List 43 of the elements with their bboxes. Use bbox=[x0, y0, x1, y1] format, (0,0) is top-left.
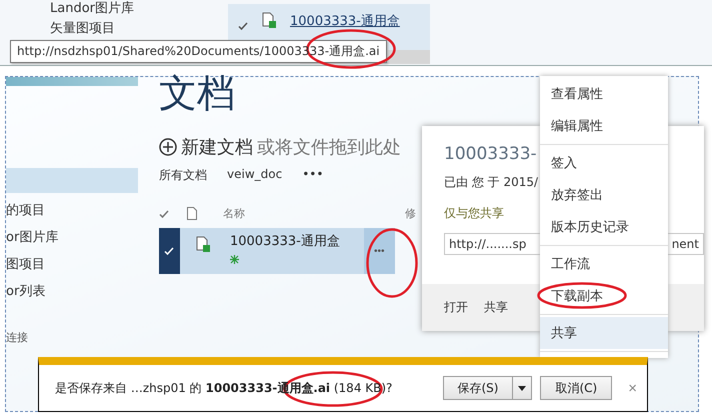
nav-item[interactable]: 矢量图项目 bbox=[50, 20, 228, 38]
file-icon bbox=[262, 12, 276, 28]
menu-item[interactable]: 共享 bbox=[540, 317, 668, 349]
cancel-button[interactable]: 取消(C) bbox=[540, 376, 612, 400]
new-item-icon bbox=[230, 255, 239, 264]
save-button[interactable]: 保存(S) bbox=[442, 376, 514, 400]
view-tab[interactable]: ••• bbox=[302, 167, 324, 184]
sidebar-item[interactable]: or列表 bbox=[6, 278, 138, 305]
view-tab[interactable]: veiw_doc bbox=[227, 167, 282, 184]
select-all-check[interactable] bbox=[159, 208, 169, 218]
drop-hint: 或将文件拖到此处 bbox=[257, 136, 401, 159]
file-icon bbox=[196, 236, 210, 252]
menu-item[interactable]: 工作流 bbox=[540, 248, 668, 280]
file-name[interactable]: 10003333-通用盒 bbox=[230, 232, 364, 250]
callout-title: 10003333- bbox=[444, 144, 537, 164]
modified-text: 已由 您 于 2015/ bbox=[444, 174, 538, 191]
menu-item[interactable]: 下载副本 bbox=[540, 280, 668, 312]
check-icon bbox=[164, 246, 174, 256]
menu-item[interactable]: 查看属性 bbox=[540, 78, 668, 110]
sharing-text: 仅与您共享 bbox=[444, 205, 504, 222]
annotation-ellipse bbox=[366, 228, 418, 298]
menu-item[interactable]: 版本历史记录 bbox=[540, 211, 668, 243]
view-tab[interactable]: 所有文档 bbox=[159, 167, 207, 184]
page-title: 文档 bbox=[159, 71, 235, 115]
sidebar-item[interactable]: 连接 bbox=[6, 330, 138, 345]
sidebar-item[interactable]: 的项目 bbox=[6, 197, 138, 224]
dropdown-button[interactable] bbox=[513, 376, 532, 400]
document-icon bbox=[187, 206, 197, 220]
nav-item[interactable]: Landor图片库 bbox=[50, 0, 228, 18]
plus-icon[interactable] bbox=[159, 138, 177, 156]
new-document-link[interactable]: 新建文档 bbox=[181, 135, 253, 159]
close-button[interactable]: × bbox=[628, 380, 637, 396]
menu-item[interactable]: 放弃签出 bbox=[540, 179, 668, 211]
row-checkbox[interactable] bbox=[159, 228, 180, 274]
callout-action[interactable]: 共享 bbox=[484, 299, 508, 316]
menu-item[interactable]: 编辑属性 bbox=[540, 110, 668, 142]
column-header[interactable]: 修 bbox=[405, 206, 416, 220]
column-header[interactable]: 名称 bbox=[223, 206, 405, 220]
sidebar-item[interactable]: or图片库 bbox=[6, 224, 138, 251]
callout-action[interactable]: 打开 bbox=[444, 299, 468, 316]
caret-icon bbox=[518, 386, 526, 390]
sidebar-item[interactable]: 图项目 bbox=[6, 251, 138, 278]
menu-item[interactable]: 签入 bbox=[540, 147, 668, 179]
